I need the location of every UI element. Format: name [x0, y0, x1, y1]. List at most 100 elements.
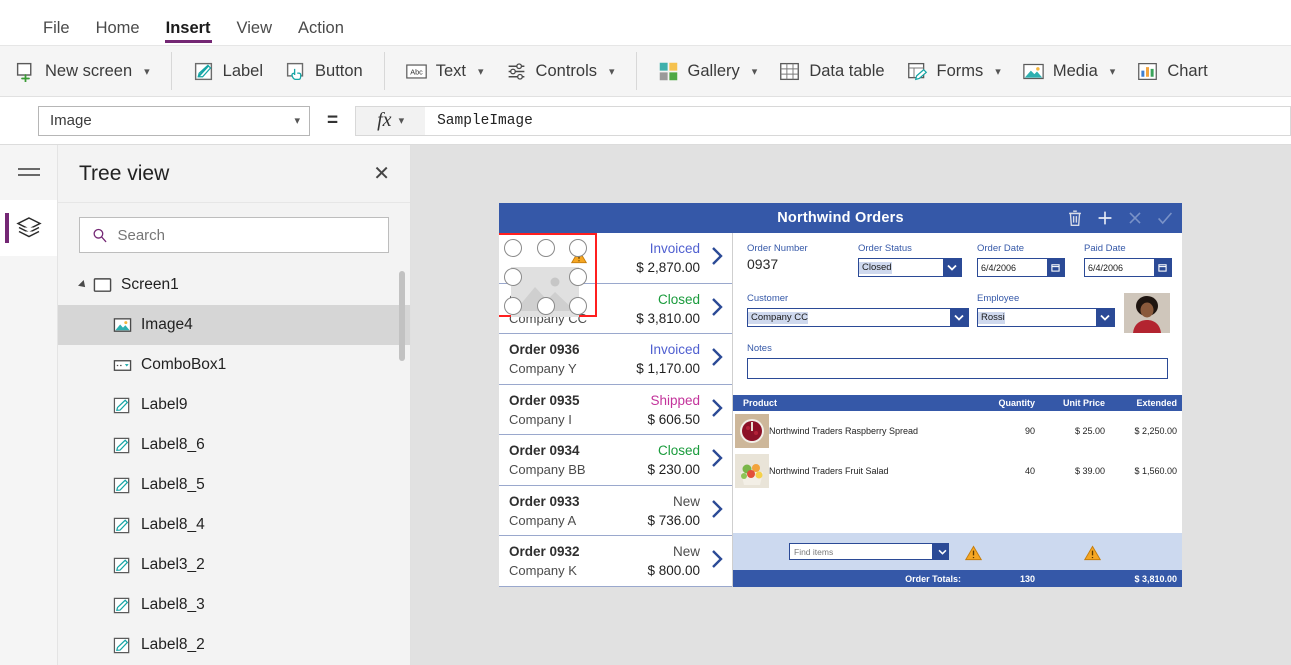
chevron-down-icon[interactable] [1096, 309, 1114, 326]
order-date-input[interactable]: 6/4/2006 [977, 258, 1065, 277]
field-employee: Employee Rossi [977, 293, 1115, 327]
data-table-icon [780, 62, 800, 80]
gallery-row-status: New [672, 544, 700, 559]
image-icon [113, 317, 132, 332]
expand-arrow-icon[interactable] [78, 280, 88, 290]
resize-handle-sw[interactable] [504, 297, 522, 315]
product-unit-price: $ 25.00 [1074, 426, 1105, 436]
formula-input[interactable]: SampleImage [425, 105, 1291, 136]
gallery-row[interactable]: Order 0932 Company K New $ 800.00 [499, 536, 732, 587]
column-header-unit-price: Unit Price [1062, 398, 1105, 408]
order-status-dropdown[interactable]: Closed [858, 258, 962, 277]
tree-item-label8-4[interactable]: Label8_4 [58, 505, 410, 545]
search-input[interactable] [117, 226, 376, 244]
ribbon-group-screens: New screen ▾ [0, 52, 165, 90]
tree-item-label8-3[interactable]: Label8_3 [58, 585, 410, 625]
notes-input[interactable] [747, 358, 1168, 379]
chevron-down-icon[interactable] [943, 259, 961, 276]
employee-dropdown[interactable]: Rossi [977, 308, 1115, 327]
resize-handle-e[interactable] [569, 268, 587, 286]
new-screen-button[interactable]: New screen ▾ [4, 56, 161, 87]
formula-value: SampleImage [437, 112, 533, 129]
menu-item-file[interactable]: File [30, 19, 83, 46]
close-icon[interactable]: ✕ [373, 164, 390, 184]
gallery-row[interactable]: Order 0936 Company Y Invoiced $ 1,170.00 [499, 334, 732, 385]
media-button[interactable]: Media ▾ [1012, 56, 1126, 87]
delete-icon[interactable] [1063, 207, 1087, 229]
resize-handle-nw[interactable] [504, 239, 522, 257]
products-table-row[interactable]: Northwind Traders Fruit Salad 40 $ 39.00… [733, 451, 1182, 491]
menu-item-view[interactable]: View [224, 19, 285, 46]
gallery-row[interactable]: Order 0934 Company BB Closed $ 230.00 [499, 435, 732, 486]
chevron-right-icon[interactable] [710, 296, 724, 318]
chevron-down-icon[interactable] [932, 544, 948, 559]
text-button[interactable]: Abc Text ▾ [395, 56, 495, 87]
tree-item-label8-2[interactable]: Label8_2 [58, 625, 410, 665]
ribbon-divider [383, 52, 385, 90]
gallery-row-right: Invoiced $ 1,170.00 [636, 340, 700, 378]
label-button[interactable]: Label [182, 56, 274, 87]
tree-search-box[interactable] [79, 217, 389, 253]
design-canvas[interactable]: Northwind Orders Invoiced $ 2,870.00 Com… [411, 145, 1291, 665]
tree-item-label8-5[interactable]: Label8_5 [58, 465, 410, 505]
app-header-actions [1063, 207, 1177, 229]
property-selector[interactable]: Image ▾ [38, 105, 310, 136]
hamburger-icon [17, 167, 40, 176]
tree-item-label8-6[interactable]: Label8_6 [58, 425, 410, 465]
controls-button[interactable]: Controls ▾ [495, 56, 626, 87]
tree-view-title: Tree view [79, 161, 170, 185]
tree-search-wrapper [58, 203, 410, 265]
chevron-right-icon[interactable] [710, 397, 724, 419]
save-icon [1158, 212, 1173, 225]
app-header-bar: Northwind Orders [499, 203, 1182, 233]
button-button[interactable]: Button [274, 56, 374, 87]
calendar-icon[interactable] [1154, 259, 1171, 276]
tree-item-label: Image4 [141, 316, 193, 333]
chevron-right-icon[interactable] [710, 245, 724, 267]
gallery-row[interactable]: Order 0935 Company I Shipped $ 606.50 [499, 384, 732, 435]
add-icon[interactable] [1093, 207, 1117, 229]
selected-image-control[interactable] [499, 233, 597, 317]
customer-dropdown[interactable]: Company CC [747, 308, 969, 327]
resize-handle-n[interactable] [537, 239, 555, 257]
column-header-product: Product [743, 398, 778, 408]
tree-item-image4[interactable]: Image4 [58, 305, 410, 345]
resize-handle-w[interactable] [504, 268, 522, 286]
gallery-row[interactable]: Invoiced $ 2,870.00 [499, 233, 732, 317]
resize-handle-s[interactable] [537, 297, 555, 315]
menu-item-action[interactable]: Action [285, 19, 357, 46]
gallery-row[interactable]: Order 0933 Company A New $ 736.00 [499, 485, 732, 536]
forms-button[interactable]: Forms ▾ [896, 56, 1012, 87]
gallery-button[interactable]: Gallery ▾ [647, 56, 769, 87]
tree-item-label3-2[interactable]: Label3_2 [58, 545, 410, 585]
products-table-row[interactable]: Northwind Traders Raspberry Spread 90 $ … [733, 411, 1182, 451]
hamburger-menu-button[interactable] [0, 145, 57, 200]
paid-date-input[interactable]: 6/4/2006 [1084, 258, 1172, 277]
find-items-dropdown[interactable]: Find items [789, 543, 949, 560]
media-icon [1023, 63, 1044, 79]
chevron-right-icon[interactable] [710, 346, 724, 368]
tree-item-combobox1[interactable]: ComboBox1 [58, 345, 410, 385]
chevron-right-icon[interactable] [710, 498, 724, 520]
column-header-quantity: Quantity [998, 398, 1035, 408]
menu-item-home[interactable]: Home [83, 19, 153, 46]
rail-item-tree-view[interactable] [0, 200, 57, 256]
gallery-button-label: Gallery [687, 61, 740, 80]
chevron-down-icon[interactable] [950, 309, 968, 326]
data-table-button[interactable]: Data table [768, 56, 895, 87]
fx-toggle-button[interactable]: fx ▾ [355, 105, 426, 136]
gallery-row-status: Closed [657, 291, 700, 307]
chevron-right-icon[interactable] [710, 447, 724, 469]
resize-handle-ne[interactable] [569, 239, 587, 257]
tree-scrollbar[interactable] [399, 271, 405, 361]
gallery-row-amount: $ 736.00 [647, 512, 700, 528]
order-totals-amount: $ 3,810.00 [1134, 573, 1177, 584]
tree-item-screen1[interactable]: Screen1 [58, 265, 410, 305]
orders-gallery[interactable]: Invoiced $ 2,870.00 Company CC Closed $ … [499, 233, 733, 587]
chart-button[interactable]: Chart [1126, 56, 1218, 87]
tree-item-label9[interactable]: Label9 [58, 385, 410, 425]
menu-item-insert[interactable]: Insert [153, 19, 224, 46]
resize-handle-se[interactable] [569, 297, 587, 315]
chevron-right-icon[interactable] [710, 548, 724, 570]
calendar-icon[interactable] [1047, 259, 1064, 276]
